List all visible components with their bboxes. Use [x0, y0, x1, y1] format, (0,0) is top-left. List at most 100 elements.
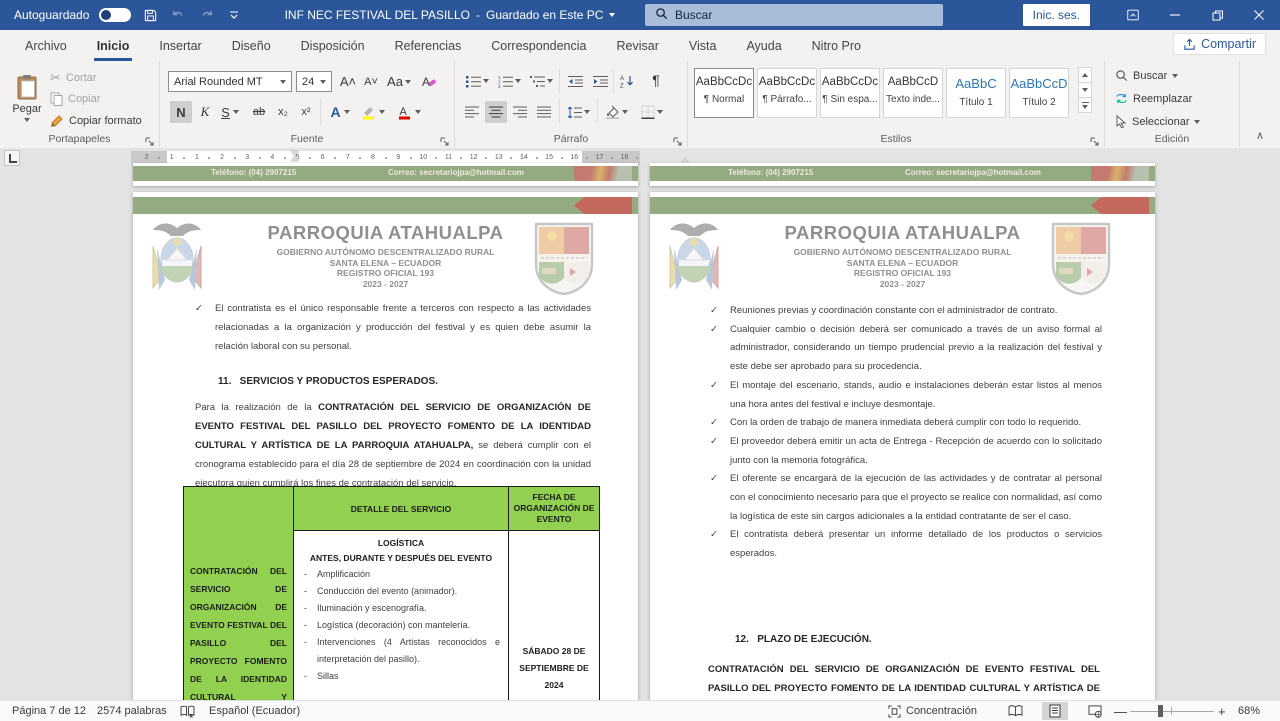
- shading-icon: [605, 105, 620, 119]
- highlight-button[interactable]: [358, 101, 388, 123]
- cut-button[interactable]: ✂ Cortar: [50, 70, 96, 86]
- institution-title: PARROQUIA ATAHUALPA: [208, 222, 563, 244]
- collapse-ribbon-icon[interactable]: ∧: [1256, 129, 1264, 142]
- subscript-button[interactable]: x₂: [272, 101, 294, 123]
- zoom-level[interactable]: 68%: [1238, 701, 1260, 721]
- change-case-button[interactable]: Aa: [386, 71, 412, 92]
- zoom-slider-handle[interactable]: [1158, 705, 1163, 717]
- tab-referencias[interactable]: Referencias: [380, 30, 477, 61]
- align-right-button[interactable]: [509, 101, 531, 123]
- sort-button[interactable]: AZ: [616, 71, 640, 91]
- tab-ayuda[interactable]: Ayuda: [731, 30, 796, 61]
- strikethrough-button[interactable]: ab: [248, 101, 270, 123]
- autosave-toggle[interactable]: [99, 8, 131, 22]
- paste-button[interactable]: Pegar: [8, 67, 46, 129]
- search-box[interactable]: Buscar: [645, 4, 943, 26]
- bullets-button[interactable]: [463, 71, 491, 91]
- line-spacing-button[interactable]: [563, 101, 593, 123]
- show-paragraph-marks-button[interactable]: ¶: [645, 69, 667, 91]
- portapapeles-dialog-launcher-icon[interactable]: [145, 133, 155, 143]
- superscript-button[interactable]: x²: [295, 101, 317, 123]
- font-family-combobox[interactable]: Arial Rounded MT: [168, 71, 292, 92]
- style-titulo-1[interactable]: AaBbCTítulo 1: [946, 68, 1006, 118]
- format-painter-button[interactable]: Copiar formato: [50, 114, 142, 128]
- text-effects-button[interactable]: A: [326, 101, 354, 123]
- clear-formatting-button[interactable]: A: [418, 71, 440, 92]
- word-count[interactable]: 2574 palabras: [97, 701, 167, 721]
- shading-button[interactable]: [601, 101, 631, 123]
- previous-page-fragment-right[interactable]: Teléfono: (04) 2907215 Correo: secretari…: [650, 163, 1155, 186]
- fuente-dialog-launcher-icon[interactable]: [440, 133, 450, 143]
- style-texto-independiente[interactable]: AaBbCcDTexto inde...: [883, 68, 943, 118]
- styles-scroll-up-icon[interactable]: [1078, 67, 1092, 83]
- zoom-slider-track[interactable]: [1130, 711, 1214, 712]
- tab-inicio[interactable]: Inicio: [82, 30, 145, 61]
- tab-insertar[interactable]: Insertar: [144, 30, 216, 61]
- grow-font-button[interactable]: A˄: [338, 71, 358, 92]
- services-table[interactable]: CONTRATACIÓN DEL SERVICIO DE ORGANIZACIÓ…: [183, 486, 600, 700]
- undo-icon[interactable]: [169, 6, 187, 24]
- page-indicator[interactable]: Página 7 de 12: [12, 701, 86, 721]
- numbering-button[interactable]: 123: [495, 71, 523, 91]
- parrafo-dialog-launcher-icon[interactable]: [673, 133, 683, 143]
- group-fuente: Arial Rounded MT 24 A˄ A˅ Aa A N K S ab …: [160, 61, 455, 147]
- select-button[interactable]: Seleccionar: [1115, 115, 1200, 128]
- ribbon-display-options-icon[interactable]: [1112, 0, 1154, 30]
- decrease-indent-button[interactable]: [563, 71, 587, 91]
- tab-diseno[interactable]: Diseño: [217, 30, 286, 61]
- multilevel-list-button[interactable]: [527, 71, 555, 91]
- read-mode-button[interactable]: [1002, 702, 1028, 720]
- focus-mode-button[interactable]: Concentración: [888, 701, 977, 721]
- tab-disposicion[interactable]: Disposición: [286, 30, 380, 61]
- style-normal[interactable]: AaBbCcDc¶ Normal: [694, 68, 754, 118]
- zoom-out-button[interactable]: —: [1114, 701, 1127, 721]
- tab-revisar[interactable]: Revisar: [601, 30, 673, 61]
- save-icon[interactable]: [141, 6, 159, 24]
- bold-button[interactable]: N: [170, 101, 192, 123]
- saved-status[interactable]: Guardado en Este PC: [486, 8, 603, 22]
- align-center-button[interactable]: [485, 101, 507, 123]
- style-parrafo[interactable]: AaBbCcDc¶ Párrafo...: [757, 68, 817, 118]
- shrink-font-button[interactable]: A˅: [361, 71, 381, 92]
- increase-indent-button[interactable]: [588, 71, 612, 91]
- language-indicator[interactable]: Español (Ecuador): [209, 701, 300, 721]
- style-titulo-2[interactable]: AaBbCcDTítulo 2: [1009, 68, 1069, 118]
- share-button[interactable]: Compartir: [1173, 33, 1266, 55]
- page-7[interactable]: PARROQUIA ATAHUALPA GOBIERNO AUTÓNOMO DE…: [133, 192, 638, 700]
- previous-page-fragment-left[interactable]: Teléfono: (04) 2907215 Correo: secretari…: [133, 163, 638, 186]
- print-layout-button[interactable]: [1042, 702, 1068, 720]
- find-button[interactable]: Buscar: [1115, 69, 1178, 82]
- select-label: Seleccionar: [1132, 116, 1189, 128]
- proofing-errors-icon[interactable]: [180, 701, 195, 721]
- align-left-button[interactable]: [461, 101, 483, 123]
- underline-button[interactable]: S: [217, 101, 243, 123]
- redo-icon[interactable]: [197, 6, 215, 24]
- minimize-icon[interactable]: [1154, 0, 1196, 30]
- restore-icon[interactable]: [1196, 0, 1238, 30]
- style-sin-espaciado[interactable]: AaBbCcDc¶ Sin espa...: [820, 68, 880, 118]
- estilos-dialog-launcher-icon[interactable]: [1090, 133, 1100, 143]
- title-dropdown-icon[interactable]: [609, 13, 615, 17]
- tab-correspondencia[interactable]: Correspondencia: [476, 30, 601, 61]
- replace-button[interactable]: Reemplazar: [1115, 92, 1192, 105]
- plazo-paragraph: CONTRATACIÓN DEL SERVICIO DE ORGANIZACIÓ…: [708, 660, 1100, 700]
- tab-stop-selector[interactable]: [4, 150, 20, 166]
- tab-vista[interactable]: Vista: [674, 30, 732, 61]
- font-size-combobox[interactable]: 24: [296, 71, 332, 92]
- svg-text:Z: Z: [620, 84, 624, 89]
- close-icon[interactable]: [1238, 0, 1280, 30]
- web-layout-button[interactable]: [1082, 702, 1108, 720]
- styles-scroll-down-icon[interactable]: [1078, 82, 1092, 98]
- borders-button[interactable]: [637, 101, 667, 123]
- justify-button[interactable]: [533, 101, 555, 123]
- institution-title: PARROQUIA ATAHUALPA: [725, 222, 1080, 244]
- font-color-button[interactable]: A: [394, 101, 424, 123]
- styles-more-icon[interactable]: [1078, 97, 1092, 113]
- sign-in-button[interactable]: Inic. ses.: [1023, 4, 1090, 26]
- copy-button[interactable]: Copiar: [50, 92, 100, 106]
- zoom-in-button[interactable]: +: [1218, 701, 1226, 721]
- tab-archivo[interactable]: Archivo: [10, 30, 82, 61]
- tab-nitro-pro[interactable]: Nitro Pro: [797, 30, 876, 61]
- italic-button[interactable]: K: [195, 101, 215, 123]
- page-8[interactable]: PARROQUIA ATAHUALPA GOBIERNO AUTÓNOMO DE…: [650, 192, 1155, 700]
